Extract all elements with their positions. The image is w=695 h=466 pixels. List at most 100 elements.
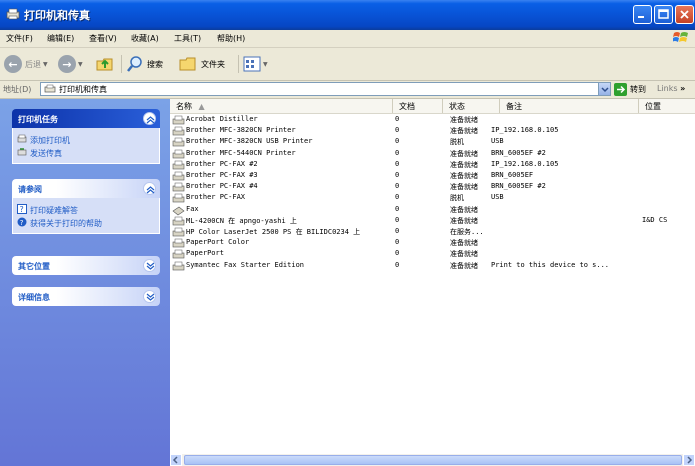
document-count: 0 xyxy=(395,115,400,123)
menu-file[interactable]: 文件(F) xyxy=(6,33,33,44)
help-icon: ? xyxy=(17,204,27,214)
table-row[interactable]: Brother MFC-5440CN Printer 0 准备就绪 BRN_6005E… xyxy=(170,149,695,160)
address-input[interactable]: 打印机和传真 xyxy=(40,82,600,96)
printer-icon xyxy=(172,182,185,192)
windows-logo-icon xyxy=(673,32,688,42)
table-row[interactable]: Brother MFC-3820CN USB Printer 0 脱机 USB xyxy=(170,137,695,148)
document-count: 0 xyxy=(395,137,400,146)
title-bar[interactable]: 打印机和传真 xyxy=(0,0,695,30)
see-also-body: ? 打印疑难解答 ? 获得关于打印的帮助 xyxy=(12,198,160,234)
expand-button[interactable] xyxy=(143,290,156,303)
printer-name: Brother PC-FAX #2 xyxy=(186,159,258,168)
maximize-icon xyxy=(658,9,669,19)
details-header[interactable]: 详细信息 xyxy=(12,287,160,306)
go-arrow-icon xyxy=(614,82,627,96)
toolbar-separator xyxy=(238,55,239,73)
scroll-thumb[interactable] xyxy=(184,455,682,465)
forward-arrow-icon: → xyxy=(58,55,76,73)
collapse-button[interactable] xyxy=(143,112,156,125)
close-icon xyxy=(680,10,689,19)
see-also-header[interactable]: 请参阅 xyxy=(12,179,160,198)
task-label: 发送传真 xyxy=(30,149,62,158)
printer-icon xyxy=(172,194,185,203)
document-count: 0 xyxy=(395,238,400,247)
column-label: 名称 xyxy=(176,102,192,111)
chevron-down-icon: ▼ xyxy=(43,60,48,68)
printer-name: Symantec Fax Starter Edition xyxy=(186,260,305,269)
printer-folder-icon xyxy=(6,8,20,20)
printer-icon xyxy=(172,138,185,147)
expand-button[interactable] xyxy=(143,259,156,272)
menu-help[interactable]: 帮助(H) xyxy=(217,33,245,44)
table-row[interactable]: Brother PC-FAX 0 脱机 USB xyxy=(170,193,695,204)
table-row[interactable]: Symantec Fax Starter Edition 0 准备就绪 Print t… xyxy=(170,261,695,272)
folder-up-icon xyxy=(96,58,113,71)
document-count: 0 xyxy=(395,260,400,269)
go-label: 转到 xyxy=(630,84,646,94)
search-button[interactable]: 搜索 xyxy=(126,54,163,74)
table-row[interactable]: Brother PC-FAX #4 0 准备就绪 BRN_6005EF #2 xyxy=(170,182,695,193)
collapse-button[interactable] xyxy=(143,182,156,195)
svg-text:?: ? xyxy=(20,205,24,214)
task-printing-help[interactable]: ? 获得关于打印的帮助 xyxy=(13,216,159,229)
printer-icon xyxy=(172,250,185,259)
column-status[interactable]: 状态 xyxy=(443,99,500,113)
table-row[interactable]: HP Color LaserJet 2500 PS 在 BILIDC0234 上… xyxy=(170,227,695,238)
table-row[interactable]: PaperPort Color 0 准备就绪 xyxy=(170,238,695,249)
close-button[interactable] xyxy=(675,5,694,24)
task-troubleshoot-printing[interactable]: ? 打印疑难解答 xyxy=(13,203,159,216)
printer-comment: BRN_6005EF #2 xyxy=(491,148,546,157)
horizontal-scrollbar[interactable] xyxy=(170,454,695,466)
column-location[interactable]: 位置 xyxy=(639,99,695,113)
other-places-panel: 其它位置 xyxy=(12,256,160,275)
scroll-right-button[interactable] xyxy=(683,454,695,466)
printer-icon xyxy=(172,149,185,158)
menu-favorites[interactable]: 收藏(A) xyxy=(131,33,159,44)
back-button[interactable]: ← 后退 ▼ xyxy=(4,54,48,74)
forward-button[interactable]: → ▼ xyxy=(58,54,83,74)
views-button[interactable]: ▼ xyxy=(243,54,268,74)
table-row[interactable]: PaperPort 0 准备就绪 xyxy=(170,249,695,260)
other-places-title: 其它位置 xyxy=(18,262,50,271)
menu-view[interactable]: 查看(V) xyxy=(89,33,117,44)
table-row[interactable]: Fax 0 准备就绪 xyxy=(170,205,695,216)
table-row[interactable]: Brother PC-FAX #3 0 准备就绪 BRN_6005EF xyxy=(170,171,695,182)
up-folder-button[interactable] xyxy=(95,54,115,74)
table-row[interactable]: Brother PC-FAX #2 0 准备就绪 IP_192.168.0.105 xyxy=(170,160,695,171)
printer-icon xyxy=(172,115,185,125)
table-row[interactable]: Brother MFC-3820CN Printer 0 准备就绪 IP_192.16… xyxy=(170,126,695,137)
toolbar-separator xyxy=(121,55,122,73)
column-label: 位置 xyxy=(645,102,661,111)
column-documents[interactable]: 文档 xyxy=(393,99,443,113)
explorer-window: 打印机和传真 文件(F) 编辑(E) 查看(V) 收藏(A) 工具(T) 帮助(… xyxy=(0,0,695,466)
task-send-fax[interactable]: 发送传真 xyxy=(13,146,159,159)
maximize-button[interactable] xyxy=(654,5,673,24)
folders-icon xyxy=(179,57,196,71)
document-count: 0 xyxy=(395,148,400,157)
send-fax-icon xyxy=(17,148,27,156)
minimize-button[interactable] xyxy=(633,5,652,24)
document-count: 0 xyxy=(395,171,400,179)
address-bar: 地址(D) 打印机和传真 转到 Links » xyxy=(0,81,695,99)
address-dropdown-button[interactable] xyxy=(598,82,611,96)
document-count: 0 xyxy=(395,126,400,135)
printer-status: 准备就绪 xyxy=(450,205,478,214)
printer-icon xyxy=(172,216,185,226)
printer-comment: USB xyxy=(491,193,504,202)
printer-status: 准备就绪 xyxy=(450,149,478,158)
menu-tools[interactable]: 工具(T) xyxy=(174,33,201,44)
column-comments[interactable]: 备注 xyxy=(500,99,639,113)
printer-tasks-header[interactable]: 打印机任务 xyxy=(12,109,160,128)
menu-edit[interactable]: 编辑(E) xyxy=(47,33,74,44)
scroll-left-button[interactable] xyxy=(170,454,182,466)
folders-button[interactable]: 文件夹 xyxy=(178,54,225,74)
go-button[interactable]: 转到 xyxy=(614,82,646,96)
table-row[interactable]: ML-4200CN 在 apngo-yashi 上 0 准备就绪 I&D CS xyxy=(170,216,695,227)
links-toolbar[interactable]: Links » xyxy=(657,84,685,93)
table-row[interactable]: Acrobat Distiller 0 准备就绪 xyxy=(170,115,695,126)
task-add-printer[interactable]: 添加打印机 xyxy=(13,133,159,146)
printer-icon xyxy=(172,171,185,181)
task-label: 获得关于打印的帮助 xyxy=(30,219,102,228)
column-name[interactable]: 名称 ▲ xyxy=(170,99,393,113)
other-places-header[interactable]: 其它位置 xyxy=(12,256,160,275)
